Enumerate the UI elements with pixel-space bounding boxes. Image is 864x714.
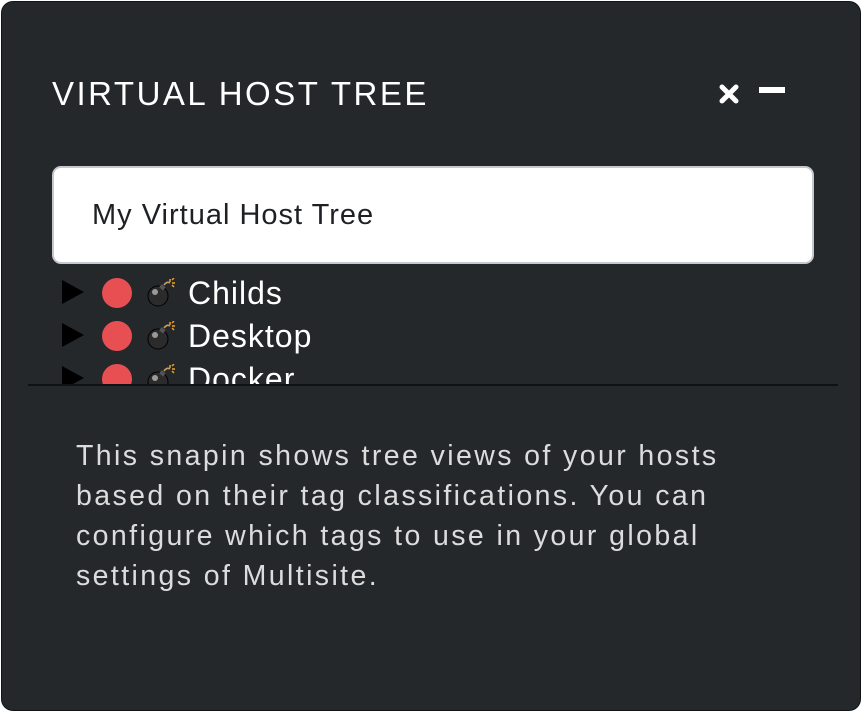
- expand-arrow-icon[interactable]: [62, 280, 84, 304]
- tree-item-label: Childs: [188, 275, 283, 311]
- tree-item-childs[interactable]: Childs: [62, 272, 462, 314]
- tree-item-desktop[interactable]: Desktop: [62, 315, 462, 357]
- virtual-host-tree-snapin: VIRTUAL HOST TREE My Virtual Host Tree C…: [1, 1, 861, 711]
- minimize-icon[interactable]: [758, 78, 786, 104]
- tree-item-label: Docker: [188, 361, 296, 384]
- expand-arrow-icon[interactable]: [62, 366, 84, 384]
- divider: [28, 384, 838, 386]
- status-critical-icon: [102, 321, 132, 351]
- close-icon[interactable]: [716, 81, 742, 107]
- help-text: This snapin shows tree views of your hos…: [76, 440, 719, 592]
- tree-item-label: Desktop: [188, 318, 313, 354]
- host-tree-list: Childs Desktop Docker: [2, 272, 860, 384]
- bomb-icon: [146, 320, 176, 351]
- expand-arrow-icon[interactable]: [62, 323, 84, 347]
- snapin-title: VIRTUAL HOST TREE: [52, 75, 429, 112]
- tree-item-docker[interactable]: Docker: [62, 358, 462, 384]
- bomb-icon: [146, 277, 176, 308]
- tree-selector[interactable]: My Virtual Host Tree: [52, 166, 814, 264]
- status-critical-icon: [102, 278, 132, 308]
- status-critical-icon: [102, 364, 132, 384]
- bomb-icon: [146, 363, 176, 384]
